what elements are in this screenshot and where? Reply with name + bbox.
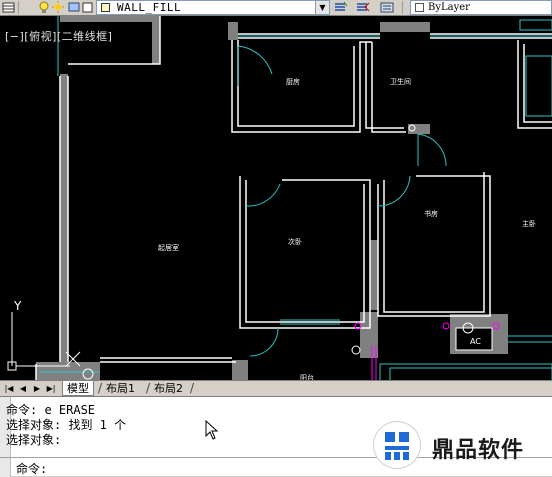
command-input[interactable] [58, 460, 338, 475]
viewport-freeze-icon[interactable] [68, 1, 80, 14]
command-prompt: 命令: [16, 462, 48, 476]
viewport-controls-label[interactable]: [−][俯视][二维线框] [5, 28, 112, 44]
watermark: 鼎品软件 [346, 416, 552, 476]
watermark-text: 鼎品软件 [432, 438, 525, 463]
tab-separator: / [190, 381, 195, 395]
layer-dropdown[interactable]: WALL_FILL ▼ [96, 0, 330, 15]
room-label-bottom: 阳台 [300, 373, 314, 380]
room-label-kitchen: 厨房 [286, 77, 300, 86]
ucs-y-label: Y [13, 299, 22, 313]
color-swatch [415, 3, 424, 12]
tab-layout1[interactable]: 布局1 [102, 381, 139, 396]
color-dropdown[interactable]: ByLayer [410, 0, 552, 15]
tab-layout2[interactable]: 布局2 [150, 381, 187, 396]
layer-states-icon[interactable] [380, 1, 396, 14]
first-tab-icon[interactable]: |◀ [4, 383, 14, 394]
ac-label: AC [470, 337, 481, 346]
mouse-cursor-icon [205, 420, 219, 440]
tab-model[interactable]: 模型 [62, 381, 94, 396]
floor-plan: AC 厨房 卫生间 起居室 次卧 书房 主卧 阳台 Y [7, 16, 552, 380]
toolbar-separator [18, 1, 19, 14]
color-value: ByLayer [428, 2, 470, 13]
lock-icon [101, 3, 110, 12]
lightbulb-icon[interactable] [38, 1, 50, 14]
toolbar-separator [402, 1, 403, 14]
room-label-bedroom2: 书房 [424, 209, 438, 218]
watermark-logo [374, 422, 420, 468]
room-label-bedroom3: 主卧 [522, 219, 536, 228]
next-tab-icon[interactable]: ▶ [32, 383, 42, 394]
layer-manager-icon[interactable] [2, 1, 16, 14]
layer-previous-icon[interactable] [356, 1, 370, 14]
wall-fills [36, 16, 508, 380]
room-label-bedroom1: 次卧 [288, 237, 302, 246]
toolbar: WALL_FILL ▼ ByLayer [0, 0, 552, 16]
prev-tab-icon[interactable]: ◀ [18, 383, 28, 394]
sun-freeze-icon[interactable] [52, 1, 64, 14]
make-current-layer-icon[interactable] [334, 1, 348, 14]
last-tab-icon[interactable]: ▶| [46, 383, 56, 394]
drawing-canvas[interactable]: AC 厨房 卫生间 起居室 次卧 书房 主卧 阳台 Y [−][俯视][二维线框… [0, 16, 552, 380]
chevron-down-icon[interactable]: ▼ [315, 1, 329, 14]
color-swatch-icon[interactable] [82, 1, 94, 14]
room-label-living: 起居室 [158, 243, 179, 252]
layer-name: WALL_FILL [117, 1, 182, 14]
room-label-bathroom: 卫生间 [390, 77, 411, 86]
layout-tab-bar: |◀ ◀ ▶ ▶| 模型 / 布局1 / 布局2 / [0, 380, 552, 396]
